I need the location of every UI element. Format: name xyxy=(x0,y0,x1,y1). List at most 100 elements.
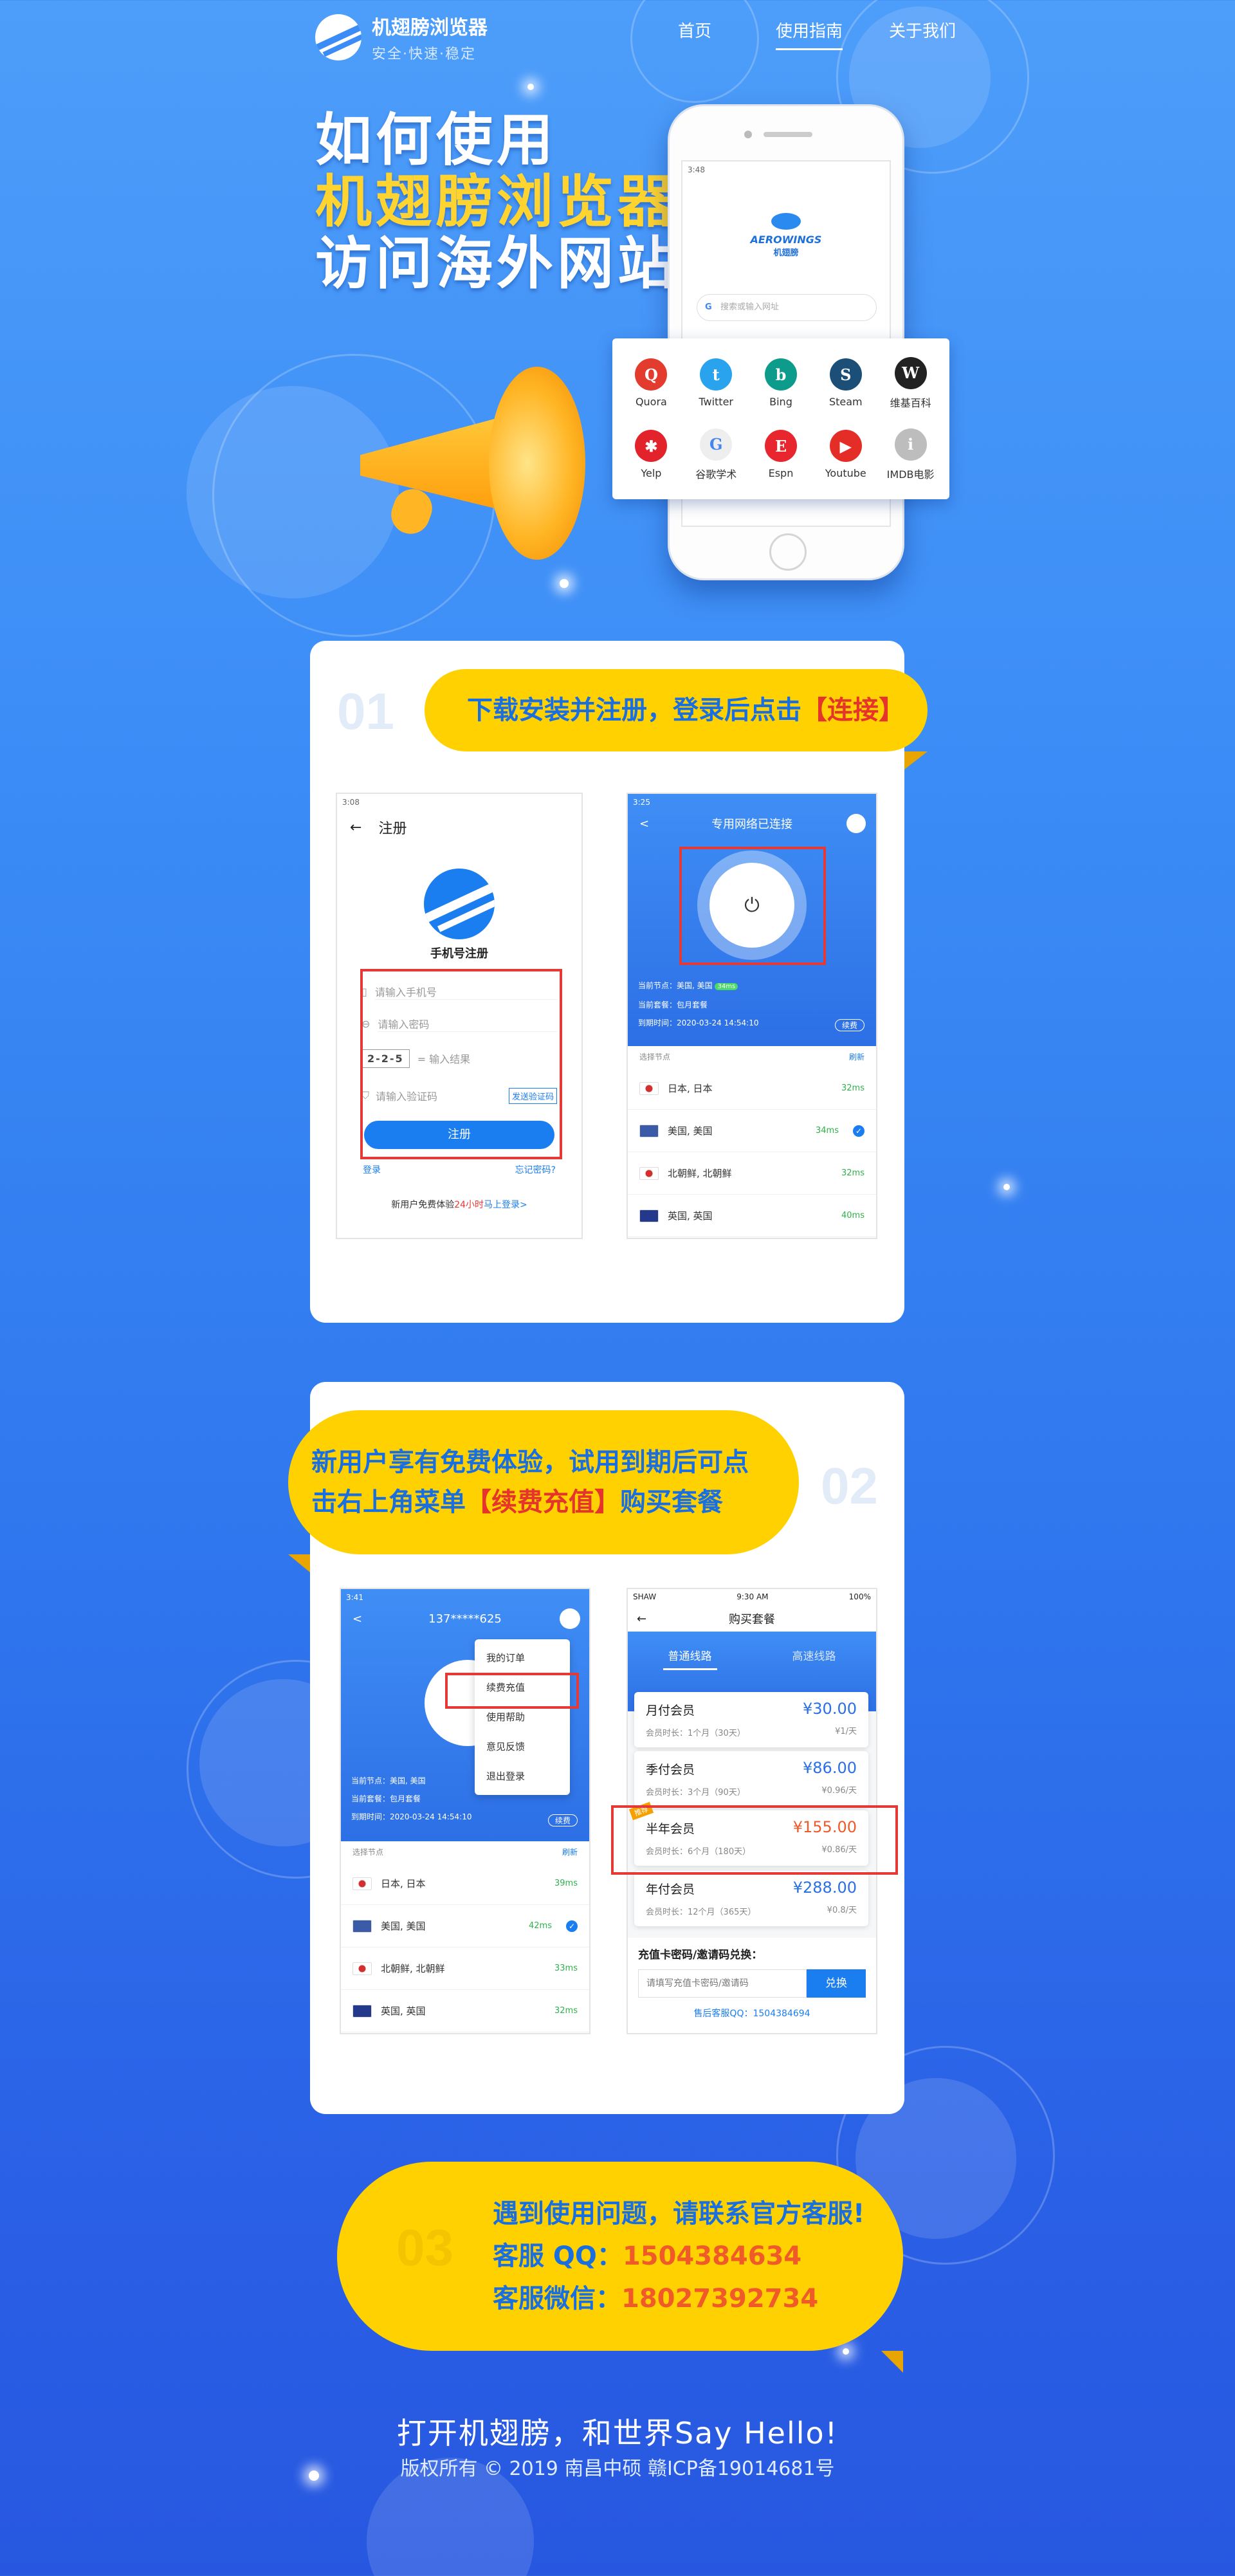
step2-number: 02 xyxy=(821,1457,878,1514)
forgot-password-link[interactable]: 忘记密码? xyxy=(515,1163,556,1176)
node-row[interactable]: 北朝鲜, 北朝鲜 32ms xyxy=(628,1152,876,1195)
menu-item[interactable]: 我的订单 xyxy=(475,1643,570,1673)
qq-number[interactable]: 1504384634 xyxy=(623,2241,801,2271)
package-duration: 会员时长：12个月（365天） xyxy=(646,1908,756,1917)
package-card[interactable]: 年付会员 会员时长：12个月（365天） ¥288.00 ¥0.8/天 xyxy=(634,1871,868,1926)
node-row[interactable]: 日本, 日本 39ms xyxy=(341,1863,589,1905)
promo-login-link[interactable]: 马上登录> xyxy=(484,1200,527,1210)
node-latency: 32ms xyxy=(554,2006,578,2016)
back-arrow-icon[interactable]: < xyxy=(639,817,649,831)
package-value: 包月套餐 xyxy=(677,1000,708,1009)
site-icon: ▶ xyxy=(829,430,862,462)
login-link[interactable]: 登录 xyxy=(363,1163,381,1176)
site-label: 谷歌学术 xyxy=(695,468,737,481)
site-label: Twitter xyxy=(699,396,733,408)
wing-logo-icon xyxy=(315,14,361,60)
qq-label: 客服 QQ： xyxy=(493,2241,623,2271)
clock: 9:30 AM xyxy=(736,1592,769,1601)
node-row[interactable]: 北朝鲜, 北朝鲜 33ms xyxy=(341,1947,589,1990)
node-name: 北朝鲜, 北朝鲜 xyxy=(381,1963,445,1974)
aerowings-logo-icon xyxy=(771,213,801,230)
phone-speaker xyxy=(764,132,812,137)
banner-fold xyxy=(904,751,928,769)
carrier: SHAW xyxy=(633,1592,657,1601)
sparkle xyxy=(1003,1184,1010,1190)
site-shortcut[interactable]: i IMDB电影 xyxy=(878,419,943,490)
battery: 100% xyxy=(848,1592,871,1601)
site-shortcut[interactable]: E Espn xyxy=(749,419,814,490)
back-arrow-icon[interactable]: ← xyxy=(350,820,361,836)
tab-normal-line[interactable]: 普通线路 xyxy=(663,1650,717,1670)
package-label: 当前套餐： xyxy=(351,1794,390,1803)
node-list-title: 选择节点 xyxy=(352,1848,384,1857)
menu-item[interactable]: 退出登录 xyxy=(475,1762,570,1791)
back-arrow-icon[interactable]: < xyxy=(352,1612,362,1626)
node-row[interactable]: 美国, 美国 34ms ✓ xyxy=(628,1110,876,1152)
site-shortcuts-panel: Q Quora t Twitter b Bing S Steam W 维基百科 ✱ Yelp G 谷歌学术… xyxy=(612,338,949,499)
site-shortcut[interactable]: W 维基百科 xyxy=(878,347,943,419)
site-shortcut[interactable]: ▶ Youtube xyxy=(813,419,878,490)
package-price: ¥86.00 xyxy=(803,1759,857,1777)
node-row[interactable]: 英国, 英国 32ms xyxy=(341,1990,589,2032)
brand-logo[interactable]: 机翅膀浏览器 安全·快速·稳定 xyxy=(315,12,488,63)
megaphone-bell xyxy=(489,367,585,560)
refresh-button[interactable]: 刷新 xyxy=(562,1846,578,1857)
brand-name: 机翅膀浏览器 xyxy=(372,17,488,39)
nav-about[interactable]: 关于我们 xyxy=(889,18,956,42)
redeem-input[interactable]: 请填写充值卡密码/邀请码 xyxy=(638,1969,807,1998)
node-row[interactable]: 英国, 英国 40ms xyxy=(628,1195,876,1237)
site-shortcut[interactable]: b Bing xyxy=(749,347,814,419)
site-label: Bing xyxy=(769,396,792,408)
wechat-number[interactable]: 18027392734 xyxy=(621,2284,818,2314)
renew-button[interactable]: 续费 xyxy=(834,1019,864,1031)
menu-item[interactable]: 意见反馈 xyxy=(475,1732,570,1762)
node-label: 当前节点： xyxy=(638,981,677,990)
node-latency: 40ms xyxy=(841,1211,864,1220)
status-bar: 3:48 xyxy=(688,165,705,174)
node-value: 美国, 美国 xyxy=(390,1776,426,1785)
status-bar: 3:08 xyxy=(342,798,360,807)
nav-guide[interactable]: 使用指南 xyxy=(776,18,843,50)
site-shortcut[interactable]: Q Quora xyxy=(619,347,684,419)
node-latency: 33ms xyxy=(554,1964,578,1973)
node-name: 日本, 日本 xyxy=(668,1083,713,1094)
flag-icon xyxy=(352,1919,372,1933)
site-label: IMDB电影 xyxy=(886,468,935,481)
highlight-box xyxy=(611,1805,898,1875)
site-label: Espn xyxy=(768,467,794,479)
node-list: 日本, 日本 39ms 美国, 美国 42ms ✓ 北朝鲜, 北朝鲜 33ms 英国, 英国 3… xyxy=(341,1863,589,2032)
avatar[interactable] xyxy=(846,814,866,833)
step3-number: 03 xyxy=(396,2219,453,2276)
node-name: 英国, 英国 xyxy=(668,1210,713,1222)
check-icon: ✓ xyxy=(566,1920,578,1932)
phone-search-input[interactable]: G 搜索或输入网址 xyxy=(697,294,877,321)
home-button xyxy=(769,533,807,571)
site-shortcut[interactable]: ✱ Yelp xyxy=(619,419,684,490)
package-card[interactable]: 季付会员 会员时长：3个月（90天） ¥86.00 ¥0.96/天 xyxy=(634,1751,868,1807)
promo-highlight: 24小时 xyxy=(454,1200,484,1210)
avatar[interactable] xyxy=(560,1608,580,1629)
back-arrow-icon[interactable]: ← xyxy=(637,1612,646,1626)
refresh-button[interactable]: 刷新 xyxy=(849,1051,864,1062)
register-subtitle: 手机号注册 xyxy=(430,947,488,961)
purchase-title: 购买套餐 xyxy=(729,1613,775,1626)
site-shortcut[interactable]: t Twitter xyxy=(684,347,749,419)
nav-home[interactable]: 首页 xyxy=(678,18,711,42)
search-placeholder: 搜索或输入网址 xyxy=(720,302,780,312)
site-shortcut[interactable]: G 谷歌学术 xyxy=(684,419,749,490)
node-latency: 39ms xyxy=(554,1879,578,1888)
tab-fast-line[interactable]: 高速线路 xyxy=(792,1650,836,1663)
node-list: 日本, 日本 32ms 美国, 美国 34ms ✓ 北朝鲜, 北朝鲜 32ms 英国, 英国 4… xyxy=(628,1067,876,1237)
redeem-button[interactable]: 兑换 xyxy=(807,1969,866,1998)
site-icon: S xyxy=(829,358,862,391)
step1-title-text: 下载安装并注册，登录后点击 xyxy=(467,695,801,725)
site-icon: b xyxy=(764,358,797,391)
site-icon: W xyxy=(894,356,927,389)
step2-title-highlight: 【续费充值】 xyxy=(466,1487,620,1517)
site-shortcut[interactable]: S Steam xyxy=(813,347,878,419)
renew-button[interactable]: 续费 xyxy=(547,1814,578,1826)
package-card[interactable]: 月付会员 会员时长：1个月（30天） ¥30.00 ¥1/天 xyxy=(634,1692,868,1747)
brand-slogan: 安全·快速·稳定 xyxy=(372,46,476,62)
node-row[interactable]: 日本, 日本 32ms xyxy=(628,1067,876,1110)
node-row[interactable]: 美国, 美国 42ms ✓ xyxy=(341,1905,589,1947)
